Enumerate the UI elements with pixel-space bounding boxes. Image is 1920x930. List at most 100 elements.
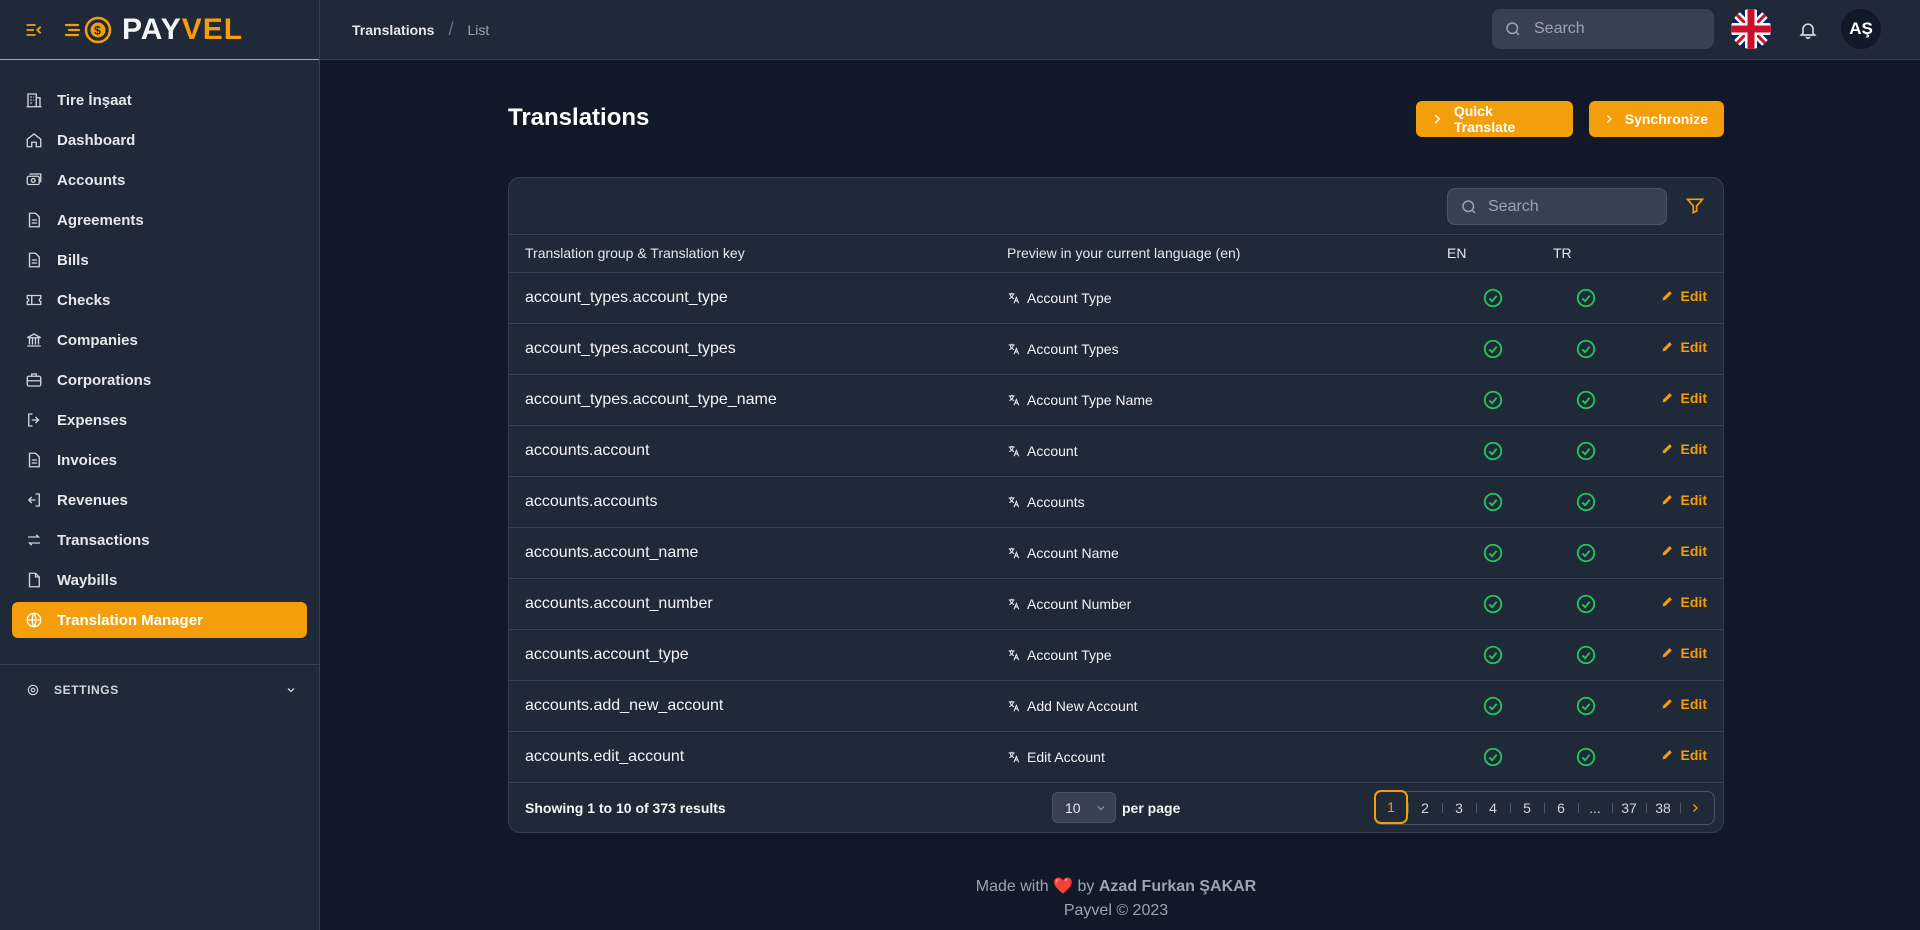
page-button-1[interactable]: 1: [1374, 790, 1408, 824]
logout-icon: [28, 413, 40, 427]
page-button-4[interactable]: 4: [1476, 792, 1510, 824]
settings-dot-icon: [27, 684, 39, 696]
table-row: account_types.account_type_name Account T…: [509, 374, 1723, 425]
page-button-3[interactable]: 3: [1442, 792, 1476, 824]
check-circle-icon: [1576, 288, 1596, 307]
footer-author[interactable]: Azad Furkan ŞAKAR: [1099, 878, 1256, 895]
ticket-icon: [26, 294, 42, 306]
pencil-icon: [1662, 342, 1672, 352]
translation-preview: Account: [1007, 443, 1447, 459]
check-circle-icon: [1576, 390, 1596, 409]
edit-link[interactable]: Edit: [1661, 339, 1707, 355]
translation-key: account_types.account_type: [525, 288, 728, 306]
global-search-input[interactable]: [1534, 20, 1704, 38]
translation-preview-text: Edit Account: [1027, 748, 1105, 765]
sidebar-item-expenses[interactable]: Expenses: [12, 402, 307, 438]
sidebar-item-checks[interactable]: Checks: [12, 282, 307, 318]
table-row: accounts.account_type Account Type Edit: [509, 629, 1723, 680]
synchronize-button[interactable]: Synchronize: [1589, 101, 1724, 137]
global-search[interactable]: [1492, 9, 1714, 49]
next-page-button[interactable]: [1680, 792, 1710, 824]
edit-link[interactable]: Edit: [1661, 288, 1707, 304]
check-circle-icon: [1483, 492, 1503, 511]
brand-bar: $ PAY VEL: [0, 0, 319, 60]
breadcrumb-translations[interactable]: Translations: [352, 22, 434, 38]
sidebar-item-accounts[interactable]: Accounts: [12, 162, 307, 198]
heart-icon: ❤️: [1053, 878, 1074, 895]
language-flag-uk-icon[interactable]: [1731, 9, 1771, 49]
sidebar-item-corporations[interactable]: Corporations: [12, 362, 307, 398]
filter-icon[interactable]: [1685, 196, 1705, 216]
en-status: [1447, 374, 1539, 425]
page-button-38[interactable]: 38: [1646, 792, 1680, 824]
per-page-select[interactable]: 10: [1052, 792, 1116, 823]
page-button-6[interactable]: 6: [1544, 792, 1578, 824]
tr-status: [1539, 629, 1633, 680]
sidebar-item-dashboard[interactable]: Dashboard: [12, 122, 307, 158]
translation-key: accounts.account_name: [525, 543, 699, 561]
edit-link[interactable]: Edit: [1661, 747, 1707, 763]
chevron-down-icon: [287, 688, 295, 693]
column-header-key[interactable]: Translation group & Translation key: [509, 235, 1007, 273]
sidebar-item-label: Revenues: [57, 491, 128, 509]
edit-link[interactable]: Edit: [1661, 441, 1707, 457]
sidebar-item-companies[interactable]: Companies: [12, 322, 307, 358]
document-icon: [28, 252, 40, 268]
pencil-icon: [1662, 750, 1672, 760]
translation-preview-text: Account: [1027, 442, 1078, 459]
sidebar-item-revenues[interactable]: Revenues: [12, 482, 307, 518]
page-title: Translations: [508, 104, 650, 131]
sidebar-item-tire-i-n-aat[interactable]: Tire İnşaat: [12, 82, 307, 118]
en-status: [1447, 527, 1539, 578]
sidebar-item-waybills[interactable]: Waybills: [12, 562, 307, 598]
translation-preview-text: Account Number: [1027, 595, 1132, 612]
user-avatar[interactable]: AŞ: [1841, 9, 1881, 49]
page-button-2[interactable]: 2: [1408, 792, 1442, 824]
page-button-5[interactable]: 5: [1510, 792, 1544, 824]
sidebar-item-invoices[interactable]: Invoices: [12, 442, 307, 478]
quick-translate-label: Quick Translate: [1453, 103, 1516, 135]
sidebar-item-agreements[interactable]: Agreements: [12, 202, 307, 238]
sidebar-item-label: Tire İnşaat: [57, 91, 132, 109]
edit-link[interactable]: Edit: [1661, 645, 1707, 661]
sidebar-item-label: Corporations: [57, 371, 152, 389]
table-toolbar: [509, 178, 1723, 235]
menu-collapse-icon[interactable]: [24, 19, 46, 41]
column-header-tr: TR: [1539, 235, 1633, 273]
chevron-right-icon: [1693, 803, 1698, 812]
sidebar-item-label: Companies: [57, 331, 138, 349]
cash-icon: [26, 173, 42, 186]
check-circle-icon: [1483, 390, 1503, 409]
edit-label: Edit: [1680, 491, 1707, 508]
translation-preview: Account Type: [1007, 290, 1447, 306]
translation-key: accounts.account_type: [525, 645, 689, 663]
quick-translate-button[interactable]: Quick Translate: [1416, 101, 1573, 137]
translate-icon: [1008, 700, 1020, 711]
table-header-row: Translation group & Translation key Prev…: [509, 235, 1723, 273]
footer-credit: Made with ❤️ by Azad Furkan ŞAKAR: [508, 875, 1724, 899]
page-button-37[interactable]: 37: [1612, 792, 1646, 824]
sidebar-item-label: Bills: [57, 251, 89, 269]
edit-link[interactable]: Edit: [1661, 492, 1707, 508]
edit-link[interactable]: Edit: [1661, 390, 1707, 406]
payvel-logo[interactable]: $ PAY VEL: [64, 13, 243, 47]
table-search[interactable]: [1447, 188, 1667, 225]
sidebar-item-transactions[interactable]: Transactions: [12, 522, 307, 558]
table-row: accounts.account_number Account Number Edi…: [509, 578, 1723, 629]
en-status: [1447, 629, 1539, 680]
sidebar-item-translation-manager[interactable]: Translation Manager: [12, 602, 307, 638]
edit-link[interactable]: Edit: [1661, 696, 1707, 712]
edit-link[interactable]: Edit: [1661, 594, 1707, 610]
notifications-bell-icon[interactable]: [1798, 20, 1818, 40]
table-search-input[interactable]: [1488, 197, 1658, 216]
settings-group-toggle[interactable]: SETTINGS: [0, 665, 319, 715]
tr-status: [1539, 476, 1633, 527]
translate-icon: [1008, 547, 1020, 558]
pencil-icon: [1662, 495, 1672, 505]
edit-label: Edit: [1680, 593, 1707, 610]
translation-preview-text: Add New Account: [1027, 697, 1138, 714]
bank-icon: [26, 333, 42, 347]
translation-key: accounts.account_number: [525, 594, 713, 612]
edit-link[interactable]: Edit: [1661, 543, 1707, 559]
sidebar-item-bills[interactable]: Bills: [12, 242, 307, 278]
